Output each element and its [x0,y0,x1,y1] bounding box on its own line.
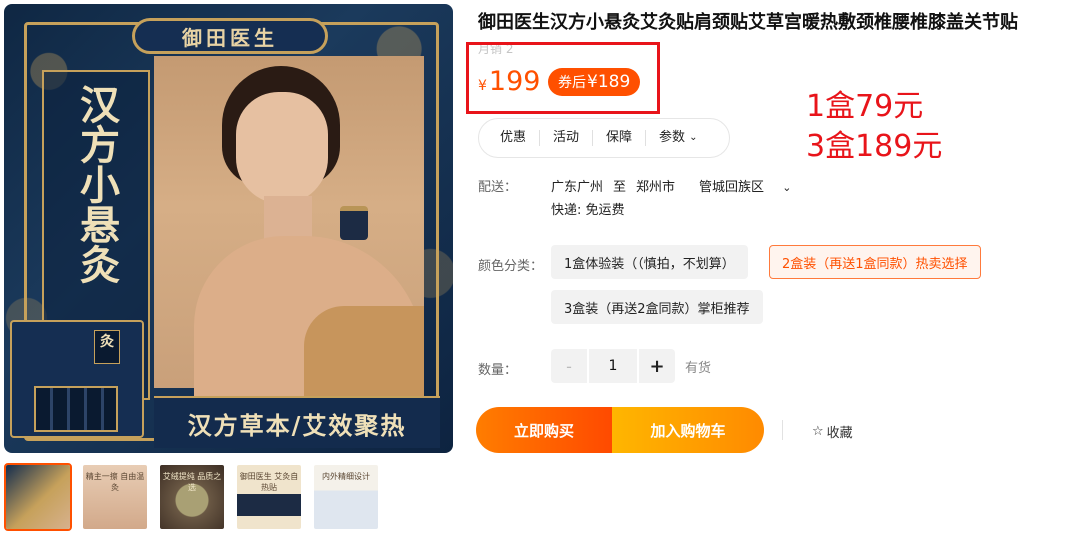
tab-guarantee[interactable]: 保障 [593,130,647,146]
buy-now-button[interactable]: 立即购买 [476,407,612,453]
box-grid [34,386,118,432]
annotation-2: 3盒189元 [806,129,943,164]
thumbnail-5[interactable]: 内外精细设计 [312,463,380,531]
variant-option-3[interactable]: 3盒装（再送2盒同款）掌柜推荐 [551,290,763,324]
product-title: 御田医生汉方小悬灸艾灸贴肩颈贴艾草宫暖热敷颈椎腰椎膝盖关节贴 [478,12,1018,33]
quantity-input[interactable]: 1 [589,349,637,383]
info-tabs: 优惠 活动 保障 参数 ⌄ [478,118,730,158]
slogan-banner: 汉方草本/艾效聚热 [154,396,440,448]
thumbnail-2[interactable]: 精主一擦 自由温灸 [81,463,149,531]
shipping-fee: 快递: 免运费 [551,203,625,218]
chevron-down-icon: ⌄ [782,181,792,194]
quantity-label: 数量： [478,363,518,378]
ship-district[interactable]: 管城回族区 ⌄ [699,176,801,195]
thumbnail-3[interactable]: 艾绒提纯 品质之选 [158,463,226,531]
shipping-route: 广东广州 至 郑州市 管城回族区 ⌄ [551,176,811,195]
shipping-label: 配送： [478,180,518,195]
ship-city[interactable]: 郑州市 [636,176,675,195]
model-photo [154,56,424,396]
box-seal: 灸 [94,330,120,364]
chevron-down-icon: ⌄ [689,132,698,143]
vertical-title: 汉方小悬灸 [73,84,120,284]
quantity-decrease-button[interactable]: - [551,349,587,383]
thumbnail-strip: 精主一擦 自由温灸 艾绒提纯 品质之选 御田医生 艾灸自热贴 内外精细设计 [4,463,380,531]
currency-symbol: ¥ [478,78,487,94]
tab-activity[interactable]: 活动 [540,130,594,146]
variant-option-2[interactable]: 2盒装（再送1盒同款）热卖选择 [769,245,981,279]
star-icon: ☆ [812,424,824,439]
price: ¥ 199 [478,66,540,97]
brand-plate: 御田医生 [132,18,328,54]
price-value: 199 [488,66,541,97]
thumbnail-4[interactable]: 御田医生 艾灸自热贴 [235,463,303,531]
quantity-increase-button[interactable]: + [639,349,675,383]
divider [782,420,783,440]
ship-from: 广东广州 [551,180,604,195]
tab-params[interactable]: 参数 ⌄ [646,130,710,146]
annotation-1: 1盒79元 [806,89,924,124]
add-to-cart-button[interactable]: 加入购物车 [612,407,764,453]
moxa-jar [340,206,368,240]
ship-to-word: 至 [613,180,627,195]
thumbnail-1[interactable] [4,463,72,531]
stock-status: 有货 [685,360,712,376]
coupon-price-badge[interactable]: 券后 ¥189 [548,68,641,96]
tab-discount[interactable]: 优惠 [487,130,541,146]
favorite-button[interactable]: ☆ 收藏 [812,422,853,441]
variant-option-1[interactable]: 1盒体验装（（慎拍，不划算） [551,245,748,279]
quantity-stepper: - 1 + 有货 [551,349,711,383]
variant-label: 颜色分类： [478,259,544,274]
main-product-image[interactable]: 汉方小悬灸 御田医生 灸 汉方草本/艾效聚热 [4,4,453,453]
product-box-image: 灸 [10,320,144,438]
